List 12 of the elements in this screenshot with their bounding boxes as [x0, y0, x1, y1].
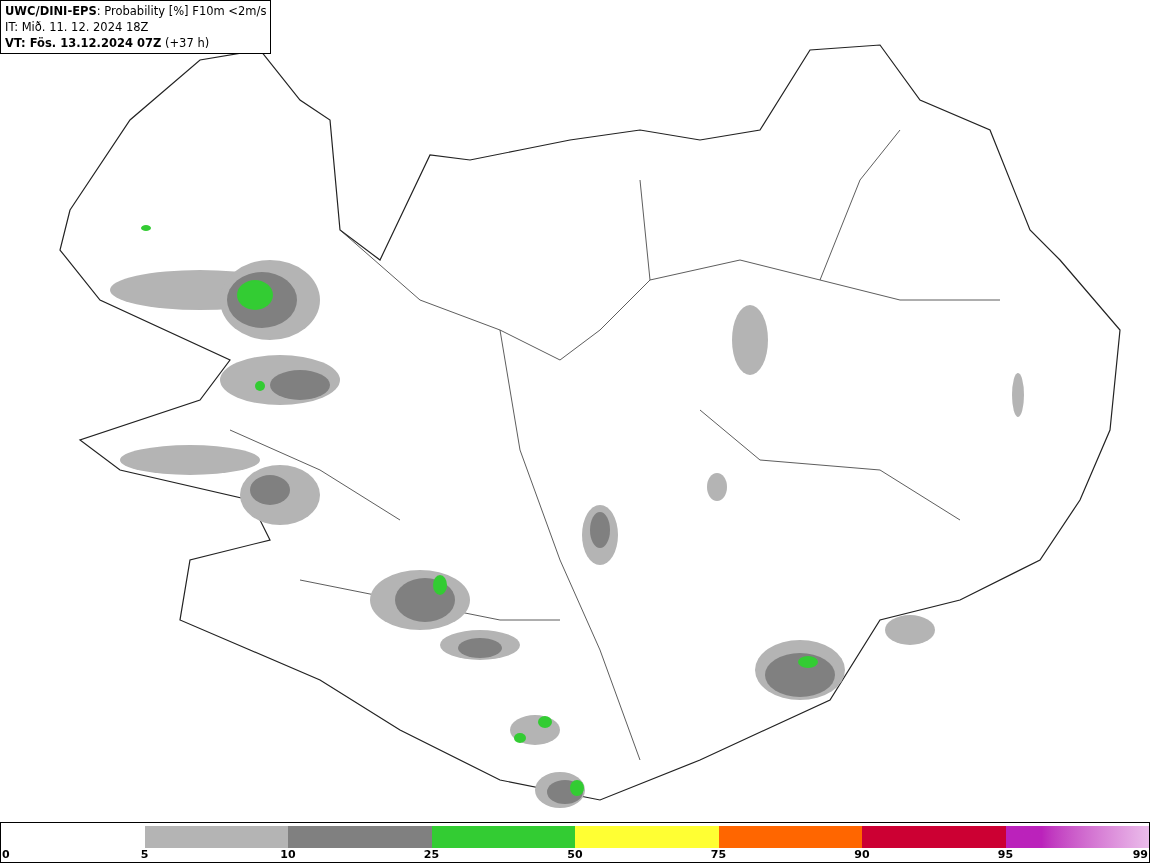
init-time: IT: Mið. 11. 12. 2024 18Z — [5, 19, 150, 35]
legend-label: 90 — [854, 848, 870, 861]
valid-time: VT: Fös. 13.12.2024 07Z (+37 h) — [5, 35, 211, 51]
legend-label: 0 — [2, 848, 10, 861]
product-title: UWC/DINI-EPS: Probability [%] F10m <2m/s — [5, 3, 267, 19]
legend-label: 25 — [423, 848, 440, 861]
legend-label: 95 — [997, 848, 1014, 861]
legend-label: 50 — [567, 848, 583, 861]
legend-label: 5 — [140, 848, 149, 861]
legend-label: 75 — [710, 848, 727, 861]
legend-label: 99 — [1132, 848, 1148, 861]
legend-label: 10 — [280, 848, 296, 861]
